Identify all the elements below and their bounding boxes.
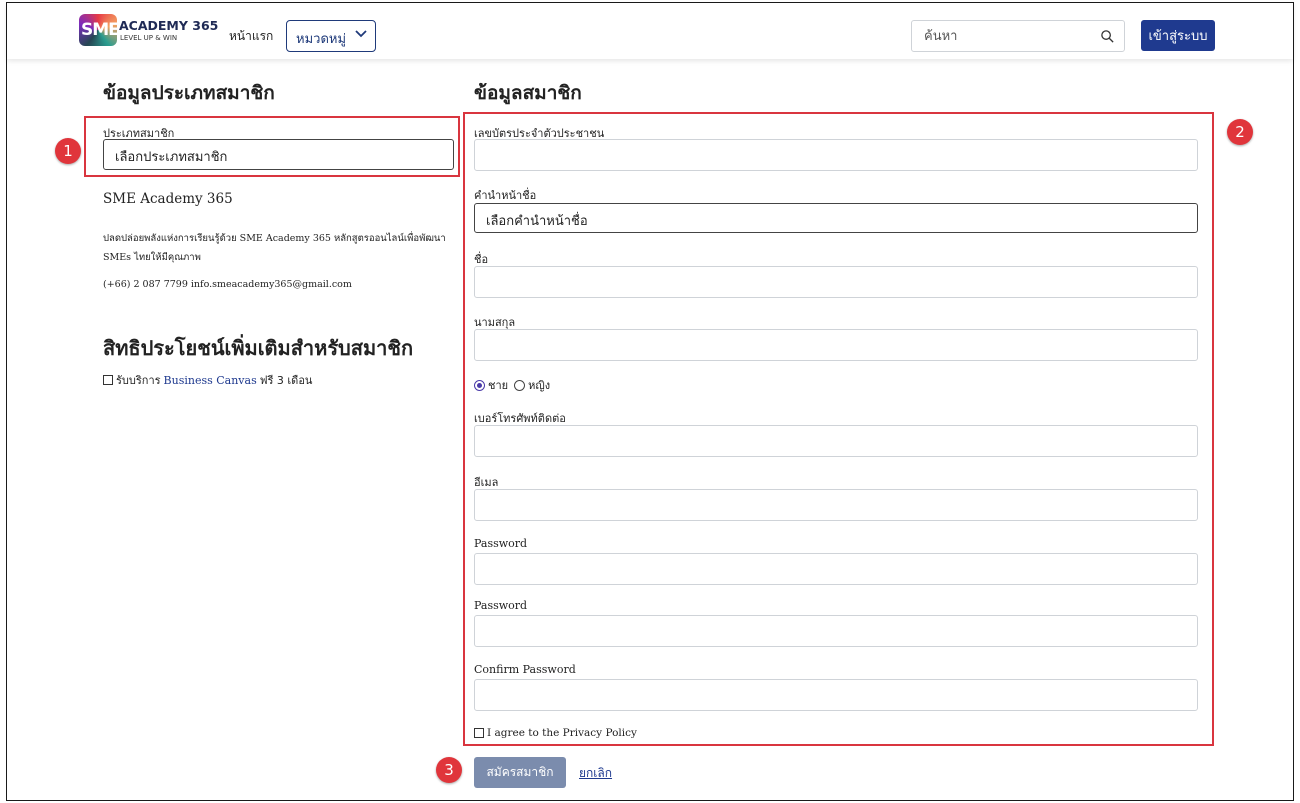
benefits-section-title: สิทธิประโยชน์เพิ่มเติมสำหรับสมาชิก	[103, 336, 414, 360]
cancel-link[interactable]: ยกเลิก	[579, 764, 612, 783]
member-info-section-title: ข้อมูลสมาชิก	[474, 82, 582, 104]
top-navbar: SME ACADEMY 365 LEVEL UP & WIN หน้าแรก ห…	[7, 3, 1293, 59]
search-input[interactable]	[912, 21, 1092, 51]
highlight-box-member-info	[463, 112, 1214, 746]
benefit-option: รับบริการ Business Canvas ฟรี 3 เดือน	[103, 371, 312, 389]
benefit-checkbox[interactable]	[103, 375, 113, 385]
highlight-box-member-type	[84, 116, 460, 177]
sme-academy-logo[interactable]: SME ACADEMY 365 LEVEL UP & WIN	[79, 11, 218, 51]
search-box	[911, 20, 1125, 52]
logo-mark: SME	[81, 20, 120, 40]
logo-tagline: LEVEL UP & WIN	[120, 34, 178, 42]
benefit-prefix: รับบริการ	[116, 374, 161, 387]
login-button[interactable]: เข้าสู่ระบบ	[1141, 20, 1215, 51]
benefit-suffix: ฟรี 3 เดือน	[259, 374, 313, 387]
business-canvas-link[interactable]: Business Canvas	[164, 374, 257, 387]
org-name: SME Academy 365	[103, 191, 233, 207]
annotation-marker-3: 3	[436, 757, 462, 783]
search-icon[interactable]	[1100, 29, 1115, 44]
chevron-down-icon	[355, 30, 367, 38]
org-contact: (+66) 2 087 7799 info.smeacademy365@gmai…	[103, 279, 352, 290]
annotation-marker-2: 2	[1227, 119, 1253, 145]
nav-home-link[interactable]: หน้าแรก	[229, 27, 273, 46]
logo-title: ACADEMY 365	[119, 18, 219, 33]
member-type-section-title: ข้อมูลประเภทสมาชิก	[103, 82, 275, 104]
register-button[interactable]: สมัครสมาชิก	[474, 757, 566, 788]
category-dropdown-label: หมวดหมู่	[296, 32, 347, 47]
annotation-marker-1: 1	[55, 138, 81, 164]
category-dropdown[interactable]: หมวดหมู่	[286, 20, 376, 52]
org-description: ปลดปล่อยพลังแห่งการเรียนรู้ด้วย SME Acad…	[103, 233, 446, 263]
